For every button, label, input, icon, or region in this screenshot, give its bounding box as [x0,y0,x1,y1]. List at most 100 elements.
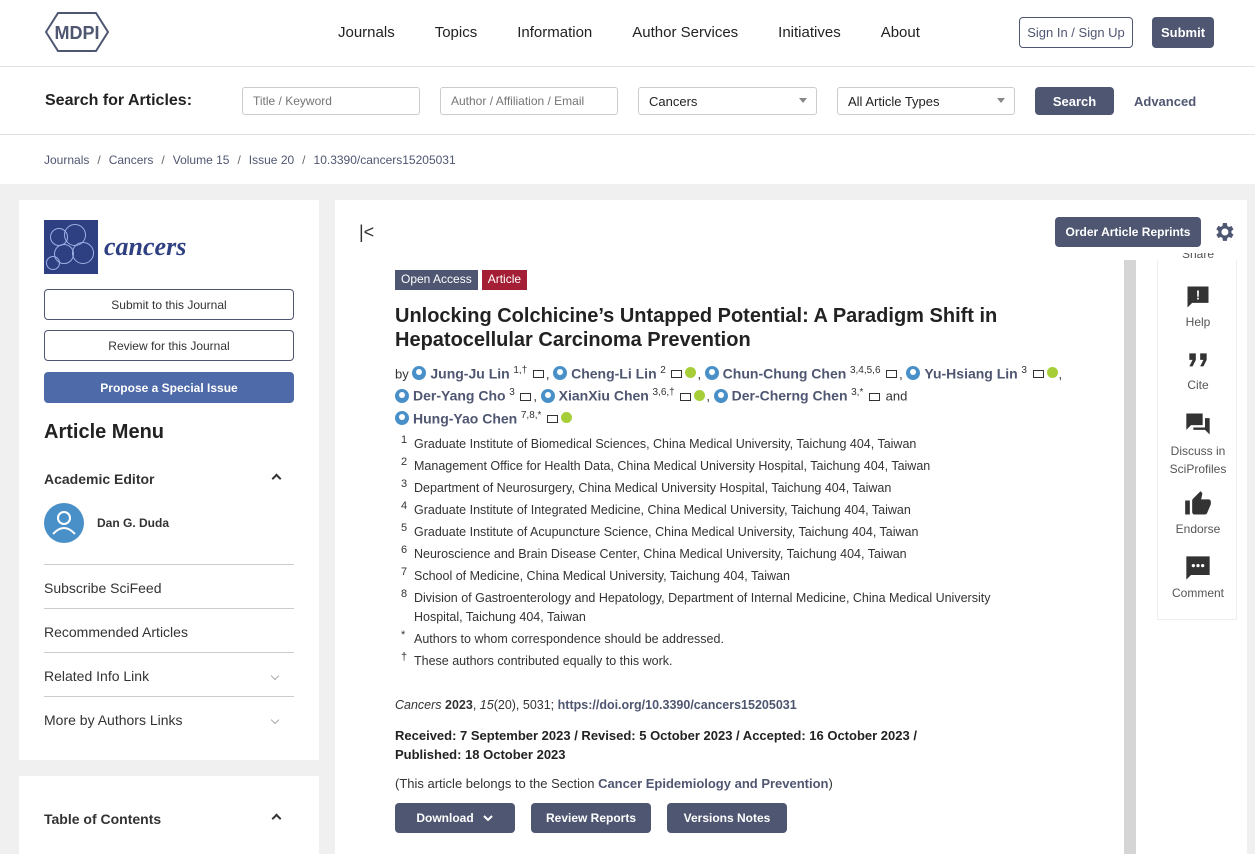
orcid-icon[interactable] [685,367,697,379]
journal-select-value: Cancers [649,94,698,109]
crumb-issue[interactable]: Issue 20 [249,153,294,167]
related-info-label: Related Info Link [44,668,150,684]
crumb-volume[interactable]: Volume 15 [173,153,230,167]
author-name[interactable]: Cheng-Li Lin [571,365,657,381]
affil-text: Division of Gastroenterology and Hepatol… [414,591,991,624]
breadcrumb: Journals / Cancers / Volume 15/ Issue 20/ … [44,153,456,167]
propose-special-issue-button[interactable]: Propose a Special Issue [44,372,294,403]
recommended-articles-item[interactable]: Recommended Articles [44,608,294,652]
affiliation-item: 3 Department of Neurosurgery, China Medic… [395,478,1035,498]
affil-number: † [401,651,408,663]
discuss-button[interactable]: Discuss in SciProfiles [1158,410,1238,478]
author-profile-icon[interactable] [553,366,568,381]
crumb-separator: / [97,153,101,167]
email-icon[interactable] [886,370,898,379]
share-button[interactable]: Share [1158,253,1238,267]
affiliation-item: 8 Division of Gastroenterology and Hepato… [395,588,1035,627]
section-link[interactable]: Cancer Epidemiology and Prevention [598,776,828,791]
order-reprints-button[interactable]: Order Article Reprints [1055,217,1201,247]
academic-editor-toggle[interactable]: Academic Editor [44,471,294,487]
author-profile-icon[interactable] [906,366,921,381]
author-name[interactable]: Der-Yang Cho [413,388,506,404]
author-affiliation-input[interactable] [440,87,618,115]
submit-button[interactable]: Submit [1152,17,1214,48]
nav-initiatives[interactable]: Initiatives [778,24,841,41]
review-for-journal-button[interactable]: Review for this Journal [44,330,294,361]
gear-icon[interactable] [1212,220,1236,244]
author-profile-icon[interactable] [395,388,409,403]
article-type-select[interactable]: All Article Types [837,87,1015,115]
doi-link[interactable]: https://doi.org/10.3390/cancers15205031 [558,698,797,712]
author-affil-sup: 3 [1021,365,1027,376]
title-keyword-input[interactable] [242,87,420,115]
email-icon[interactable] [547,414,559,423]
top-navbar: MDPI Journals Topics Information Author … [0,0,1255,67]
author-profile-icon[interactable] [395,410,409,425]
forum-icon [1186,413,1210,435]
nav-information[interactable]: Information [517,24,592,41]
affil-text: Authors to whom correspondence should be… [414,632,724,646]
endorse-button[interactable]: Endorse [1158,490,1238,536]
author-name[interactable]: Yu-Hsiang Lin [924,365,1017,381]
advanced-search-link[interactable]: Advanced [1134,94,1196,109]
related-info-link-item[interactable]: Related Info Link [44,652,294,696]
author-profile-icon[interactable] [412,366,427,381]
nav-about[interactable]: About [881,24,920,41]
author-name[interactable]: Der-Cherng Chen [732,388,848,404]
table-of-contents-toggle[interactable]: Table of Contents [44,811,294,827]
submit-to-journal-button[interactable]: Submit to this Journal [44,289,294,320]
crumb-journals[interactable]: Journals [44,153,89,167]
journal-logo[interactable]: cancers [44,220,186,274]
nav-journals[interactable]: Journals [338,24,395,41]
affiliation-item: 2 Management Office for Health Data, Chin… [395,456,1035,476]
cite-button[interactable]: Cite [1158,348,1238,392]
collapse-sidebar-icon[interactable]: |< [359,222,374,243]
email-icon[interactable] [1032,370,1044,379]
versions-notes-button[interactable]: Versions Notes [667,803,787,833]
author-name[interactable]: Chun-Chung Chen [723,365,847,381]
author-profile-icon[interactable] [713,388,728,403]
orcid-icon[interactable] [694,389,706,401]
affil-number: 8 [401,588,408,600]
review-reports-button[interactable]: Review Reports [531,803,651,833]
author-affil-sup: 1,† [513,365,528,376]
crumb-doi[interactable]: 10.3390/cancers15205031 [314,153,456,167]
thumbs-up-icon [1185,491,1211,515]
orcid-icon[interactable] [561,411,573,423]
chevron-up-icon [271,813,282,824]
affil-text: Graduate Institute of Acupuncture Scienc… [414,525,919,539]
author-name[interactable]: Jung-Ju Lin [430,365,509,381]
section-line: (This article belongs to the Section Can… [395,776,833,791]
more-by-authors-item[interactable]: More by Authors Links [44,696,294,740]
email-icon[interactable] [671,370,683,379]
journal-name: cancers [104,232,187,261]
email-icon[interactable] [680,392,692,401]
author-name[interactable]: Hung-Yao Chen [413,410,517,426]
subscribe-scifeed-item[interactable]: Subscribe SciFeed [44,564,294,608]
email-icon[interactable] [868,392,880,401]
crumb-cancers[interactable]: Cancers [109,153,154,167]
email-icon[interactable] [520,392,532,401]
journal-select[interactable]: Cancers [638,87,817,115]
sign-in-button[interactable]: Sign In / Sign Up [1019,17,1133,48]
search-button[interactable]: Search [1035,87,1114,115]
author-profile-icon[interactable] [704,366,719,381]
author-affil-sup: 3,4,5,6 [849,365,881,376]
mdpi-logo[interactable]: MDPI [44,10,110,54]
nav-author-services[interactable]: Author Services [632,24,738,41]
email-icon[interactable] [532,370,544,379]
nav-topics[interactable]: Topics [435,24,478,41]
author-affil-sup: 7,8,* [520,409,542,421]
orcid-icon[interactable] [1046,367,1058,379]
author-profile-icon[interactable] [540,388,555,403]
caret-down-icon [799,98,807,103]
comment-button[interactable]: Comment [1158,554,1238,600]
editor-card[interactable]: Dan G. Duda [44,503,169,543]
download-button[interactable]: Download [395,803,515,833]
author-name[interactable]: XianXiu Chen [559,388,649,404]
help-button[interactable]: ! Help [1158,283,1238,329]
avatar-icon [44,503,84,543]
breadcrumb-bar: Journals / Cancers / Volume 15/ Issue 20/ … [0,135,1255,184]
scrollbar[interactable] [1124,260,1136,854]
author-list: by Jung-Ju Lin 1,† , Cheng-Li Lin 2 , Ch… [395,365,1063,426]
